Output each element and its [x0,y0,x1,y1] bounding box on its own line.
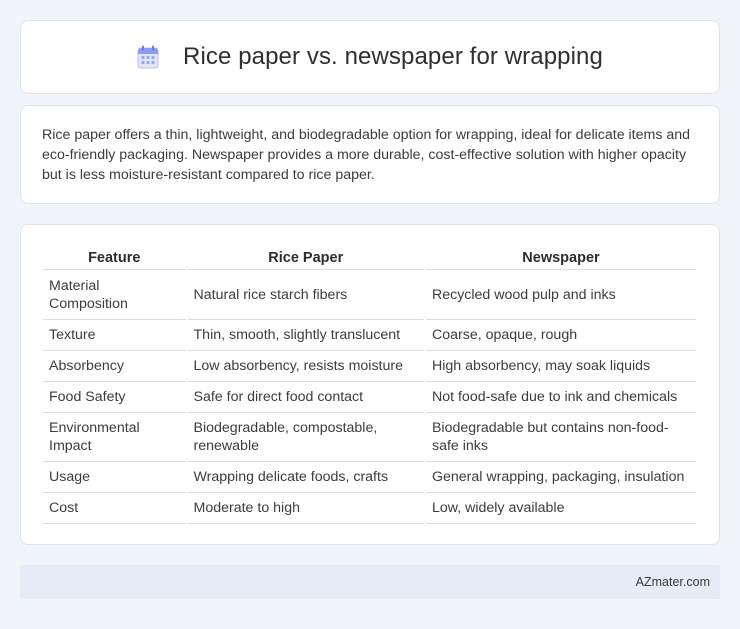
summary-card: Rice paper offers a thin, lightweight, a… [20,105,720,204]
rice-paper-cell: Low absorbency, resists moisture [187,351,424,382]
newspaper-cell: Not food-safe due to ink and chemicals [425,382,696,413]
table-row: Food Safety Safe for direct food contact… [43,382,696,413]
rice-paper-cell: Safe for direct food contact [187,382,424,413]
newspaper-cell: Recycled wood pulp and inks [425,270,696,320]
feature-cell: Food Safety [43,382,186,413]
feature-cell: Environmental Impact [43,413,186,462]
comparison-table: Feature Rice Paper Newspaper Material Co… [41,246,698,524]
rice-paper-cell: Thin, smooth, slightly translucent [187,320,424,351]
feature-cell: Texture [43,320,186,351]
rice-paper-cell: Moderate to high [187,493,424,524]
comparison-table-card: Feature Rice Paper Newspaper Material Co… [20,224,720,545]
feature-cell: Usage [43,462,186,493]
calendar-icon [137,45,159,69]
table-row: Absorbency Low absorbency, resists moist… [43,351,696,382]
summary-text: Rice paper offers a thin, lightweight, a… [42,127,691,183]
feature-cell: Cost [43,493,186,524]
table-row: Texture Thin, smooth, slightly transluce… [43,320,696,351]
column-header-feature: Feature [43,246,186,270]
rice-paper-cell: Natural rice starch fibers [187,270,424,320]
newspaper-cell: Biodegradable but contains non-food-safe… [425,413,696,462]
table-row: Usage Wrapping delicate foods, crafts Ge… [43,462,696,493]
footer-bar: AZmater.com [20,565,720,599]
table-row: Environmental Impact Biodegradable, comp… [43,413,696,462]
column-header-newspaper: Newspaper [425,246,696,270]
table-row: Material Composition Natural rice starch… [43,270,696,320]
page-title: Rice paper vs. newspaper for wrapping [183,43,603,70]
table-row: Cost Moderate to high Low, widely availa… [43,493,696,524]
table-header-row: Feature Rice Paper Newspaper [43,246,696,270]
newspaper-cell: High absorbency, may soak liquids [425,351,696,382]
rice-paper-cell: Wrapping delicate foods, crafts [187,462,424,493]
rice-paper-cell: Biodegradable, compostable, renewable [187,413,424,462]
newspaper-cell: General wrapping, packaging, insulation [425,462,696,493]
feature-cell: Material Composition [43,270,186,320]
newspaper-cell: Low, widely available [425,493,696,524]
column-header-rice-paper: Rice Paper [187,246,424,270]
title-card: Rice paper vs. newspaper for wrapping [20,20,720,94]
footer-brand[interactable]: AZmater.com [636,575,710,589]
feature-cell: Absorbency [43,351,186,382]
newspaper-cell: Coarse, opaque, rough [425,320,696,351]
